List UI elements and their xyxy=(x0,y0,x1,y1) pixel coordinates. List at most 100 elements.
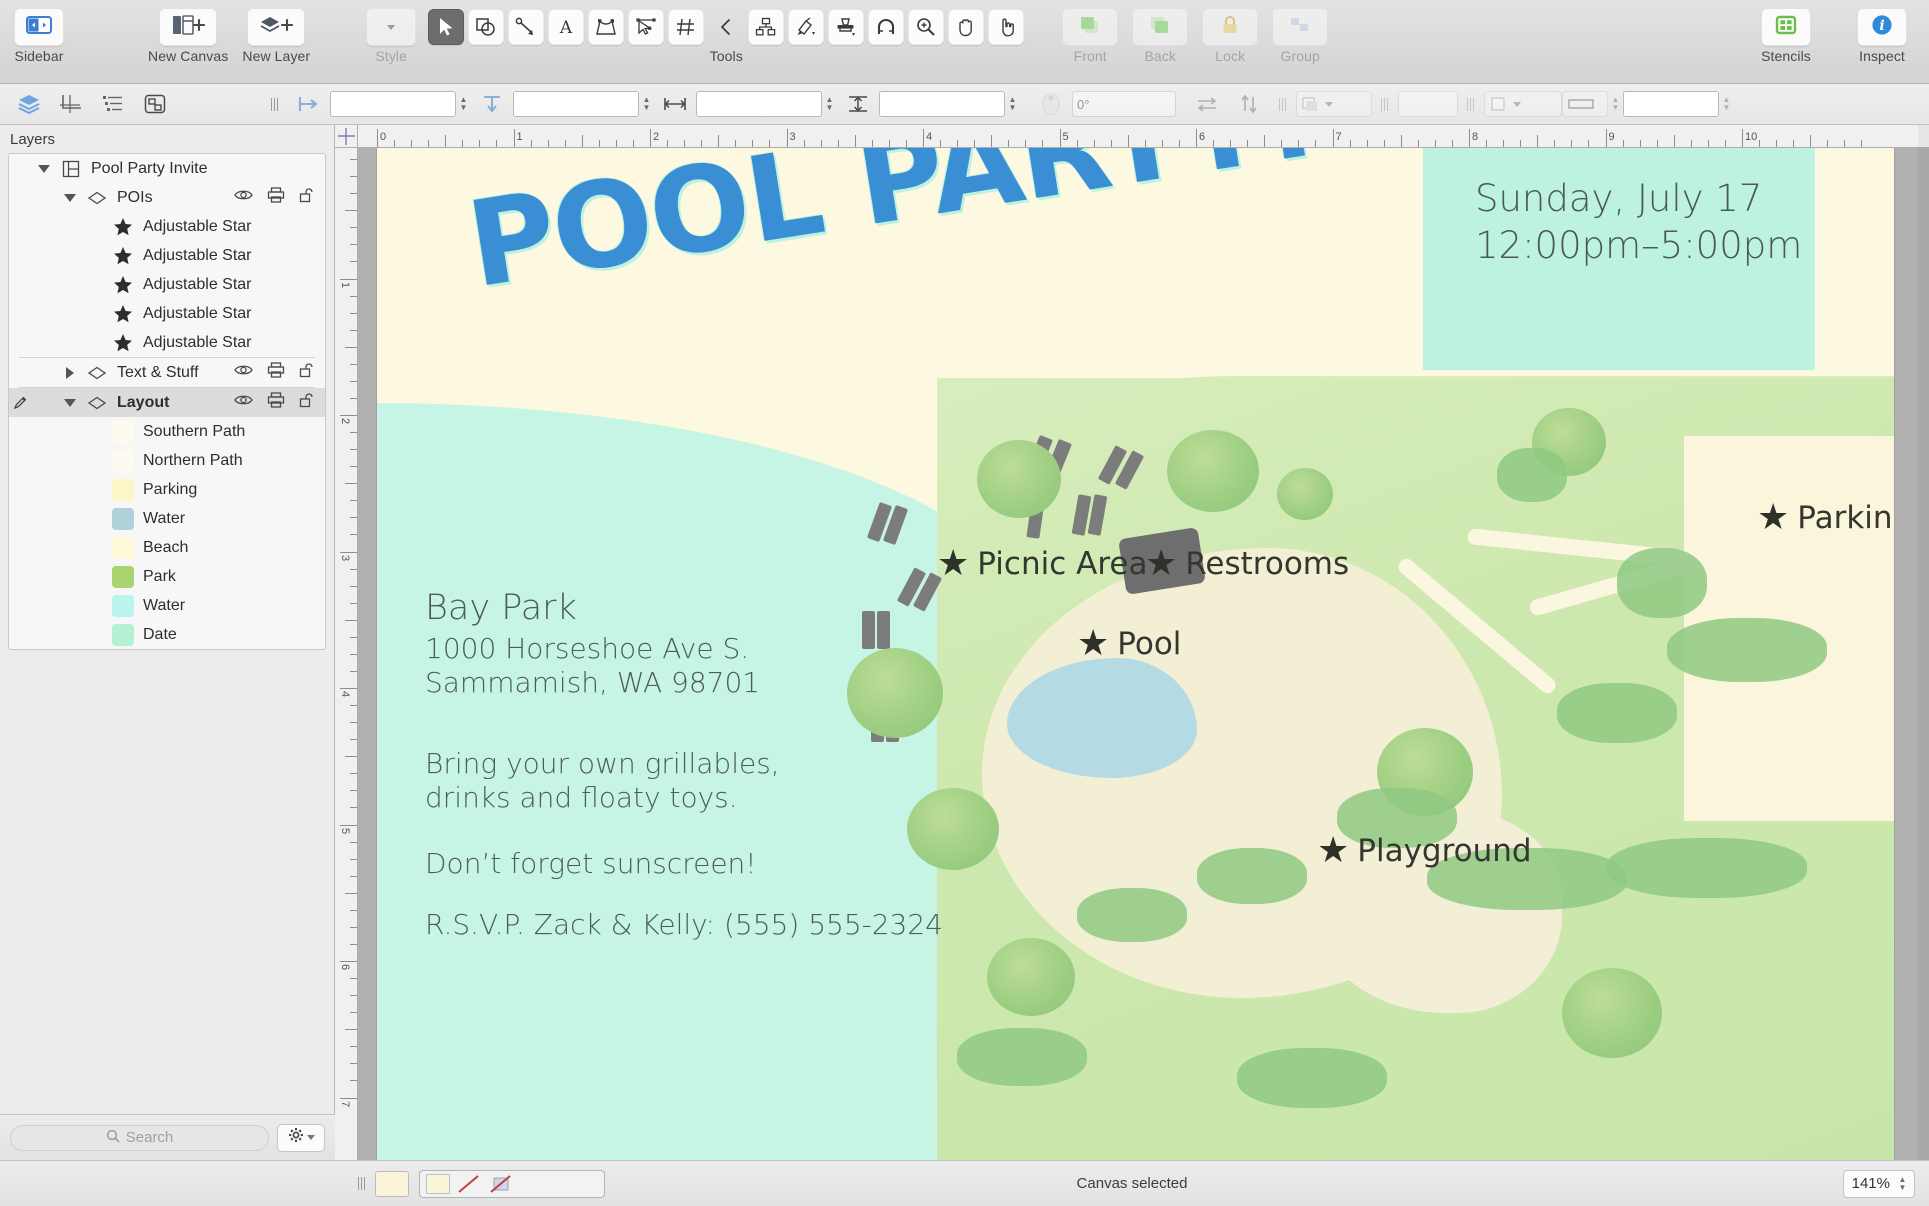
unlock-icon[interactable] xyxy=(299,187,317,208)
y-position-stepper[interactable]: ▲ ▼ xyxy=(639,91,654,117)
x-position-stepper[interactable]: ▲ ▼ xyxy=(456,91,471,117)
lock-button[interactable] xyxy=(1202,8,1259,46)
toolbar-item-back[interactable]: Back xyxy=(1132,8,1189,64)
width-stepper[interactable]: ▲ ▼ xyxy=(822,91,837,117)
poi-playground[interactable]: ★ Playground xyxy=(1317,833,1532,870)
toolbar-item-stencils[interactable]: Stencils xyxy=(1761,8,1811,64)
style-well[interactable] xyxy=(419,1169,605,1198)
unlock-icon[interactable] xyxy=(299,362,317,383)
toolbar-item-new-canvas[interactable]: New Canvas xyxy=(148,8,228,64)
style-button[interactable] xyxy=(366,8,417,46)
unlock-icon[interactable] xyxy=(299,392,317,413)
poi-pool[interactable]: ★ Pool xyxy=(1077,626,1181,663)
layer-row-object-parking[interactable]: Parking xyxy=(9,475,325,504)
diagram-tool-button[interactable] xyxy=(748,9,785,45)
misc-stepper[interactable]: ▲ ▼ xyxy=(1719,91,1734,117)
disclosure-triangle-right-icon[interactable] xyxy=(57,366,83,379)
height-stepper[interactable]: ▲ ▼ xyxy=(1005,91,1020,117)
shadow-style-select[interactable] xyxy=(1296,91,1372,117)
canvas-scroll[interactable]: Sunday, July 17 12:00pm–5:00pm POOL PART… xyxy=(358,148,1929,1160)
search-input[interactable]: Search xyxy=(10,1124,269,1151)
fill-preview-swatch[interactable] xyxy=(426,1173,450,1194)
browse-tool-button[interactable] xyxy=(988,9,1025,45)
print-icon[interactable] xyxy=(267,362,285,383)
flip-horizontal-icon[interactable] xyxy=(1186,88,1228,120)
layers-panel-icon[interactable] xyxy=(8,88,50,120)
layer-row-object-northern-path[interactable]: Northern Path xyxy=(9,446,325,475)
shape-tool-button[interactable] xyxy=(468,9,505,45)
sidebar-actions-button[interactable] xyxy=(277,1123,325,1152)
toolbar-item-inspect[interactable]: i Inspect xyxy=(1857,8,1907,64)
layer-row-object-water-bay[interactable]: Water xyxy=(9,591,325,620)
hand-tool-button[interactable] xyxy=(948,9,985,45)
layer-row-object-park[interactable]: Park xyxy=(9,562,325,591)
layer-row-object-southern-path[interactable]: Southern Path xyxy=(9,417,325,446)
fill-color-swatch[interactable] xyxy=(375,1170,409,1197)
back-button[interactable] xyxy=(1132,8,1189,46)
disclosure-triangle-down-icon[interactable] xyxy=(57,193,83,202)
options-grip-1[interactable] xyxy=(268,97,282,111)
layer-row-object-adjustable-star-2[interactable]: Adjustable Star xyxy=(9,241,325,270)
canvas-origin-icon[interactable] xyxy=(50,88,92,120)
flip-vertical-icon[interactable] xyxy=(1228,88,1270,120)
layer-row-layer-pois[interactable]: POIs xyxy=(9,183,325,212)
layer-row-object-adjustable-star-5[interactable]: Adjustable Star xyxy=(9,328,325,357)
toolbar-item-style[interactable]: Style xyxy=(366,8,417,64)
rotation-dial-icon[interactable] xyxy=(1030,88,1072,120)
print-icon[interactable] xyxy=(267,187,285,208)
canvas-vertical-scrollbar[interactable] xyxy=(1918,125,1929,1160)
misc-field[interactable] xyxy=(1623,91,1719,117)
magnet-tool-button[interactable] xyxy=(868,9,905,45)
grid-tool-button[interactable] xyxy=(668,9,705,45)
object-selection-icon[interactable] xyxy=(134,88,176,120)
fill-style-select[interactable] xyxy=(1484,91,1562,117)
poi-picnic-area[interactable]: ★ Picnic Area xyxy=(937,546,1147,583)
disclosure-triangle-down-icon[interactable] xyxy=(57,398,83,407)
no-stroke-icon[interactable] xyxy=(456,1173,482,1195)
selection-tool-button[interactable] xyxy=(428,9,465,45)
options-grip-2[interactable] xyxy=(1276,97,1290,111)
zoom-control[interactable]: 141% ▲ ▼ xyxy=(1842,1169,1915,1198)
width-field[interactable] xyxy=(696,91,822,117)
poi-parking[interactable]: ★Parking xyxy=(1757,500,1894,537)
toolbar-item-new-layer[interactable]: New Layer xyxy=(242,8,310,64)
layer-row-object-date[interactable]: Date xyxy=(9,620,325,649)
layer-row-layer-layout[interactable]: Layout xyxy=(9,388,325,417)
layer-row-layer-text-and-stuff[interactable]: Text & Stuff xyxy=(9,358,325,387)
rotation-field[interactable]: 0° xyxy=(1072,91,1176,117)
layer-row-object-beach[interactable]: Beach xyxy=(9,533,325,562)
document-canvas[interactable]: Sunday, July 17 12:00pm–5:00pm POOL PART… xyxy=(377,148,1894,1160)
style-brush-tool-button[interactable] xyxy=(788,9,825,45)
options-grip-3[interactable] xyxy=(1378,97,1392,111)
stencils-button[interactable] xyxy=(1761,8,1811,46)
point-editor-tool-button[interactable] xyxy=(628,9,665,45)
toolbar-item-front[interactable]: Front xyxy=(1062,8,1119,64)
options-grip-4[interactable] xyxy=(1464,97,1478,111)
status-grip[interactable] xyxy=(355,1177,369,1190)
rubber-stamp-tool-button[interactable] xyxy=(828,9,865,45)
poi-restrooms[interactable]: ★ Restrooms xyxy=(1145,546,1349,583)
layer-row-object-adjustable-star-3[interactable]: Adjustable Star xyxy=(9,270,325,299)
layer-row-object-adjustable-star-1[interactable]: Adjustable Star xyxy=(9,212,325,241)
height-field[interactable] xyxy=(879,91,1005,117)
layers-tree[interactable]: Pool Party Invite POIs Adjustable Star Adju… xyxy=(8,153,326,650)
collapse-tools-button[interactable] xyxy=(708,9,744,45)
layer-row-object-water-pool[interactable]: Water xyxy=(9,504,325,533)
zoom-stepper[interactable]: ▲ ▼ xyxy=(1895,1171,1910,1197)
y-position-field[interactable] xyxy=(513,91,639,117)
new-canvas-button[interactable] xyxy=(159,8,218,46)
list-properties-icon[interactable] xyxy=(92,88,134,120)
toolbar-item-sidebar[interactable]: Sidebar xyxy=(14,8,64,64)
sidebar-button[interactable] xyxy=(14,8,64,46)
visibility-eye-icon[interactable] xyxy=(234,363,253,382)
opacity-field[interactable] xyxy=(1398,91,1458,117)
toolbar-item-group[interactable]: Group xyxy=(1272,8,1329,64)
inspect-button[interactable]: i xyxy=(1857,8,1907,46)
new-layer-button[interactable] xyxy=(247,8,306,46)
visibility-eye-icon[interactable] xyxy=(234,188,253,207)
line-style-select[interactable] xyxy=(1562,91,1608,117)
disclosure-triangle-down-icon[interactable] xyxy=(31,164,57,173)
visibility-eye-icon[interactable] xyxy=(234,393,253,412)
canvas-area[interactable]: 0 1 2 3 4 5 6 7 8 9 10 1234567 Sunday, J… xyxy=(335,125,1929,1160)
line-tool-button[interactable] xyxy=(508,9,545,45)
